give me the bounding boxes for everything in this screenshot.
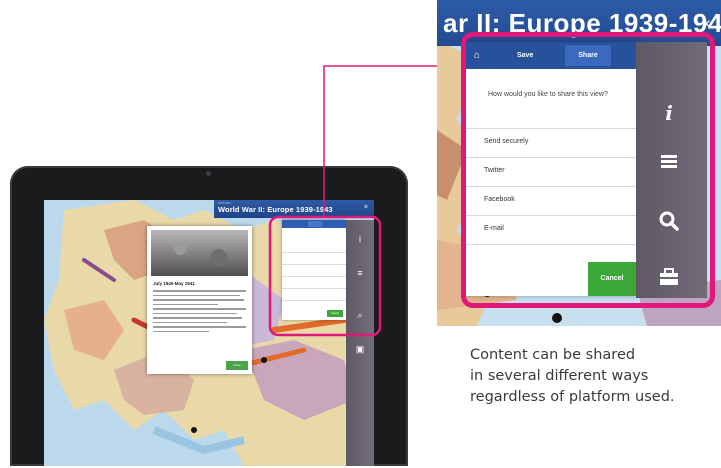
caption-line-2: in several different ways xyxy=(470,368,649,384)
popup-close-button[interactable]: Close xyxy=(226,361,248,370)
highlight-frame xyxy=(461,32,715,308)
small-share-header xyxy=(282,220,346,228)
small-cancel-button[interactable]: Cancel xyxy=(327,310,343,317)
caption-line-3: regardless of platform used. xyxy=(470,389,675,405)
close-icon[interactable]: × xyxy=(364,204,368,211)
small-title: World War II: Europe 1939-1943 xyxy=(218,205,333,214)
briefcase-icon[interactable]: ▣ xyxy=(355,344,365,354)
popup-headline: July 1940-May 1941 xyxy=(153,281,195,286)
caption: Content can be shared in several differe… xyxy=(470,345,721,408)
historic-photo xyxy=(151,230,248,276)
small-share-panel: Cancel xyxy=(282,220,346,320)
small-title-bar: HISTORY World War II: Europe 1939-1943 × xyxy=(214,200,374,218)
info-icon[interactable]: i xyxy=(355,234,365,244)
layers-icon[interactable]: ≡ xyxy=(355,268,365,278)
ipad-screen: HISTORY World War II: Europe 1939-1943 ×… xyxy=(44,200,374,466)
popup-close-label: Close xyxy=(233,363,241,367)
camera-dot xyxy=(206,171,211,176)
small-toolbar: i ≡ ⌕ ▣ xyxy=(346,220,374,466)
small-cancel-label: Cancel xyxy=(330,312,340,315)
small-tab-share[interactable] xyxy=(308,221,322,227)
caption-line-1: Content can be shared xyxy=(470,347,636,363)
ipad-device: HISTORY World War II: Europe 1939-1943 ×… xyxy=(10,166,408,466)
popup-body-text xyxy=(153,290,246,335)
search-icon[interactable]: ⌕ xyxy=(355,310,365,320)
info-popup: July 1940-May 1941 Close xyxy=(147,226,252,374)
